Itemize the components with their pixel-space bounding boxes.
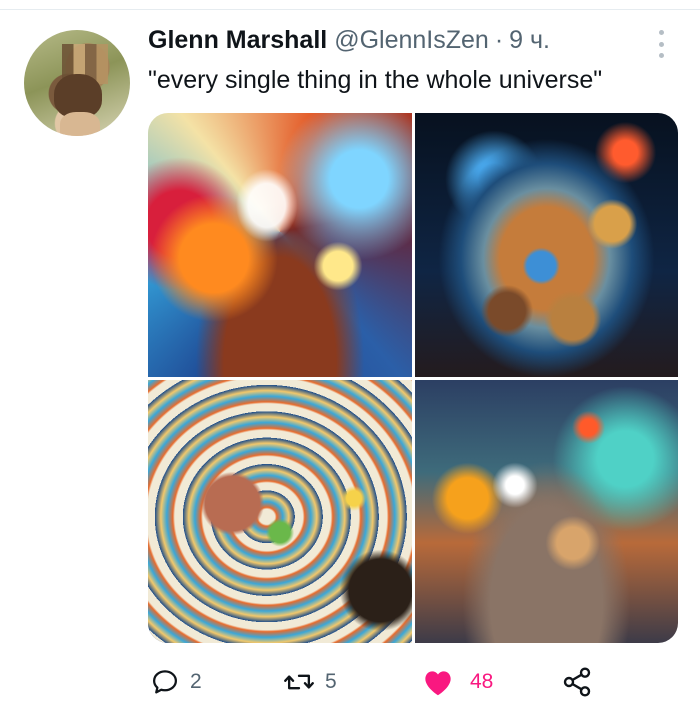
retweet-count: 5 xyxy=(325,670,337,693)
heart-icon xyxy=(425,671,451,696)
media-image-4[interactable] xyxy=(414,379,678,643)
tweet-header: Glenn Marshall @GlennIsZen · 9 ч. xyxy=(148,26,550,66)
reply-count: 2 xyxy=(190,670,202,693)
media-grid xyxy=(148,113,678,643)
media-image-3[interactable] xyxy=(148,379,412,643)
tweet-actions: 2 5 48 xyxy=(0,660,700,704)
header-separator: · xyxy=(494,26,504,54)
retweet-icon xyxy=(284,674,314,690)
tweet-text: "every single thing in the whole univers… xyxy=(148,66,603,94)
media-image-2[interactable] xyxy=(414,113,678,377)
author-handle[interactable]: @GlennIsZen xyxy=(334,26,489,55)
more-icon[interactable] xyxy=(656,30,666,58)
media-image-1[interactable] xyxy=(148,113,412,377)
like-button[interactable]: 48 xyxy=(422,660,493,704)
share-icon xyxy=(563,667,591,697)
share-button[interactable] xyxy=(561,660,593,704)
avatar-art-neck xyxy=(60,112,100,136)
top-divider xyxy=(0,9,700,10)
tweet-timestamp[interactable]: 9 ч. xyxy=(509,26,550,55)
avatar[interactable] xyxy=(24,30,130,136)
author-name[interactable]: Glenn Marshall xyxy=(148,26,327,55)
reply-button[interactable]: 2 xyxy=(150,660,202,704)
retweet-button[interactable]: 5 xyxy=(283,660,337,704)
like-count: 48 xyxy=(470,670,494,693)
reply-icon xyxy=(153,670,177,694)
